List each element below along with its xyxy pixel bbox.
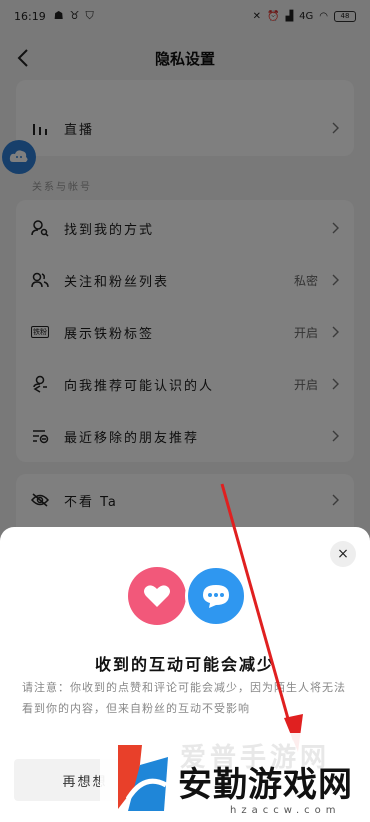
watermark-url: hzaccw.com <box>230 805 341 816</box>
watermark-brand: 安勤游戏网 <box>178 765 353 805</box>
comment-icon <box>203 585 229 608</box>
heart-icon <box>144 585 170 607</box>
close-icon: × <box>337 546 349 562</box>
comment-bubble <box>185 565 247 627</box>
watermark: 爱普手游网 安勤游戏网 hzaccw.com <box>100 733 370 822</box>
heart-bubble <box>128 567 186 625</box>
watermark-logo <box>118 745 168 811</box>
close-button[interactable]: × <box>330 541 356 567</box>
dialog-title: 收到的互动可能会减少 <box>94 655 275 674</box>
dialog-body: 请注意：你收到的点赞和评论可能会减少，因为陌生人将无法看到你的内容，但来自粉丝的… <box>22 681 346 715</box>
